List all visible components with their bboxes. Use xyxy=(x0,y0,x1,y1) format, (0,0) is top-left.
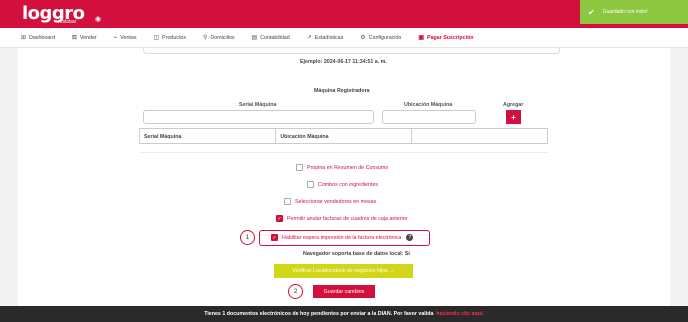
option-anular: ✓ Permitir anular facturas de cuadres de… xyxy=(276,215,407,222)
combos-label: Combos con ingredientes xyxy=(318,181,379,188)
success-toast: ✔ Guardado con éxito! xyxy=(580,0,688,24)
date-example: Ejemplo: 2024-06-17 11:34:51 a. m. xyxy=(300,59,387,65)
impresion-label: Habilitar espera impresión de la factura… xyxy=(282,234,402,241)
option-propina: Propina en Resumen de Consumo xyxy=(296,164,388,171)
nav-dashboard[interactable]: ⊞ Dashboard xyxy=(21,34,55,42)
add-label: Agregar xyxy=(503,102,524,108)
box-icon: ◫ xyxy=(153,35,160,41)
nav-vender-label: Vender xyxy=(79,34,97,41)
cart-icon: ⛾ xyxy=(71,34,77,41)
nav-contabilidad[interactable]: ▤ Contabilidad xyxy=(251,34,290,42)
anular-checkbox[interactable]: ✓ xyxy=(276,215,283,222)
serial-input[interactable] xyxy=(143,110,374,124)
anular-label: Permitir anular facturas de cuadres de c… xyxy=(287,215,408,222)
dashboard-icon: ⊞ xyxy=(21,35,27,41)
propina-checkbox[interactable] xyxy=(296,164,303,171)
check-icon: ✔ xyxy=(588,7,595,17)
nav-dashboard-label: Dashboard xyxy=(29,34,55,41)
nav-productos-label: Productos xyxy=(162,34,187,41)
nav-configuracion-label: Configuración xyxy=(368,34,402,41)
add-machine-button[interactable]: + xyxy=(506,110,521,124)
banner-text: Tienes 1 documentos electrónicos de hoy … xyxy=(204,311,434,317)
serial-label: Serial Máquina xyxy=(239,102,277,108)
register-title: Máquina Registradora xyxy=(314,88,370,94)
logo-subtitle: restobar xyxy=(58,19,77,25)
date-format-input[interactable] xyxy=(143,48,560,54)
nav-estadisticas[interactable]: ↗ Estadísticas xyxy=(306,34,344,42)
nav-domicilios-label: Domicilios xyxy=(210,34,235,41)
nav-vender[interactable]: ⛾ Vender xyxy=(72,34,97,42)
nav-contabilidad-label: Contabilidad xyxy=(260,34,290,41)
pending-documents-banner: Tienes 1 documentos electrónicos de hoy … xyxy=(0,306,688,322)
help-icon[interactable]: ? xyxy=(406,234,414,241)
calculator-icon: ▤ xyxy=(251,35,258,41)
option-vendedores: Seleccionar vendedores en mesas xyxy=(284,198,376,205)
card-icon: ▣ xyxy=(418,35,425,41)
nav-estadisticas-label: Estadísticas xyxy=(314,34,344,41)
vendedores-checkbox[interactable] xyxy=(284,198,291,205)
option-impresion: ✓ Habilitar espera impresión de la factu… xyxy=(271,234,414,241)
impresion-checkbox[interactable]: ✓ xyxy=(271,234,278,241)
propina-label: Propina en Resumen de Consumo xyxy=(307,164,389,171)
nav-pagar-suscripcion[interactable]: ▣ Pagar Suscripción xyxy=(418,34,474,42)
verify-locationstock-button[interactable]: Verificar Locationstock de negocios hijo… xyxy=(274,264,413,278)
nav-ventas-label: Ventas xyxy=(120,34,137,41)
table-header-location: Ubicación Máquina xyxy=(276,129,412,143)
option-combos: Combos con ingredientes xyxy=(307,181,378,188)
save-button[interactable]: Guardar cambios xyxy=(313,285,375,298)
banner-link[interactable]: haciendo clic aquí. xyxy=(436,311,483,317)
nav-ventas[interactable]: ⌁ Ventas xyxy=(113,34,137,42)
tag-icon: ⌁ xyxy=(113,35,118,41)
combos-checkbox[interactable] xyxy=(307,181,314,188)
nav-configuracion[interactable]: ⚙ Configuración xyxy=(360,34,402,42)
table-header-serial: Serial Máquina xyxy=(140,129,277,143)
toast-message: Guardado con éxito! xyxy=(602,9,648,15)
table-header-actions xyxy=(412,129,547,143)
step-badge-1: 1 xyxy=(240,230,255,245)
vendedores-label: Seleccionar vendedores en mesas xyxy=(295,198,377,205)
divider xyxy=(139,152,548,153)
gear-icon: ⚙ xyxy=(360,35,366,41)
location-label: Ubicación Máquina xyxy=(404,102,453,108)
nav-pagar-label: Pagar Suscripción xyxy=(427,34,474,41)
main-nav: ⊞ Dashboard ⛾ Vender ⌁ Ventas ◫ Productos ⚲ D… xyxy=(0,28,688,48)
chart-icon: ↗ xyxy=(306,35,312,41)
step-badge-2: 2 xyxy=(288,284,303,299)
location-input[interactable] xyxy=(382,110,476,124)
local-db-note: Navegador soporta base de datos local: S… xyxy=(303,251,410,257)
machines-table: Serial Máquina Ubicación Máquina xyxy=(139,128,548,144)
nav-productos[interactable]: ◫ Productos xyxy=(153,34,187,42)
eye-icon[interactable]: ◉ xyxy=(95,15,101,23)
nav-domicilios[interactable]: ⚲ Domicilios xyxy=(203,34,235,42)
bike-icon: ⚲ xyxy=(203,35,208,41)
